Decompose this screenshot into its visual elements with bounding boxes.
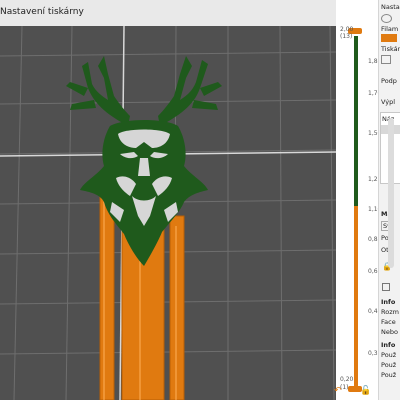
slider-top-value: 2,00	[340, 26, 354, 33]
used-filament-2-label: Použ	[381, 361, 397, 369]
right-panel-scrollbar[interactable]	[388, 118, 394, 268]
slider-top-layer: (13)	[340, 33, 353, 40]
size-label: Rozm	[381, 308, 399, 316]
used-filament-3-label: Použ	[381, 371, 397, 379]
checkbox[interactable]	[382, 283, 390, 291]
slider-upper-track	[354, 36, 358, 206]
tab-bar: Nastavení tiskárny	[0, 0, 336, 27]
infill-label: Výpl	[381, 98, 396, 106]
print-settings-label: Nasta	[381, 3, 400, 11]
info-section-2-label: Info	[381, 341, 396, 349]
undo-icon[interactable]: ↶	[334, 386, 342, 396]
slider-bottom-layer: (1)	[340, 384, 349, 391]
3d-viewport[interactable]: 98016	[0, 26, 336, 400]
facets-label: Face	[381, 318, 396, 326]
slider-lower-track	[354, 206, 358, 386]
filament-color-swatch[interactable]	[381, 34, 397, 42]
supports-label: Podp	[381, 77, 397, 85]
used-filament-1-label: Použ	[381, 351, 397, 359]
filament-label: Filam	[381, 25, 399, 33]
slider-bottom-value: 0,20	[340, 376, 354, 383]
errors-label: Nebo	[381, 328, 398, 336]
settings-icon[interactable]	[381, 14, 392, 23]
antler-right	[158, 56, 208, 126]
layer-slider[interactable]: 2,00 (13) 1,85 1,70 1,50 1,25 1,10 0,85 …	[334, 26, 381, 400]
info-section-1-label: Info	[381, 298, 396, 306]
tab-printer-settings[interactable]: Nastavení tiskárny	[0, 7, 84, 17]
lock-icon[interactable]: 🔓	[360, 386, 371, 396]
print-bed-scene[interactable]	[0, 26, 336, 400]
printer-label: Tiskár	[381, 45, 400, 53]
printer-icon[interactable]	[381, 55, 391, 64]
support-pillar-right	[169, 215, 185, 400]
